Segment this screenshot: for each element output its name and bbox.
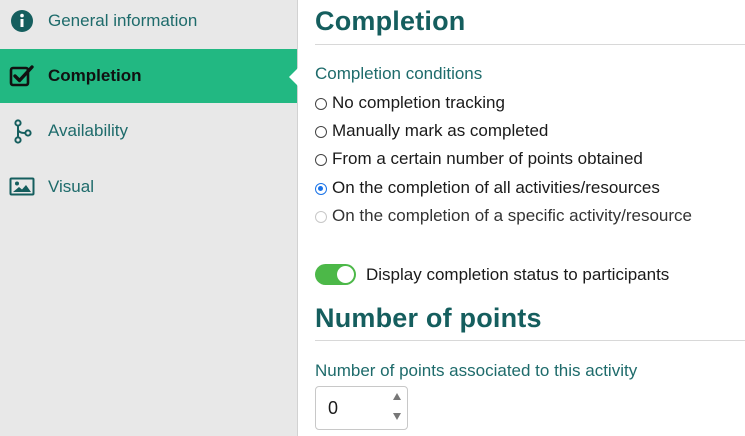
radio-no-completion-tracking[interactable]: No completion tracking — [315, 93, 505, 113]
section-title-completion: Completion — [315, 6, 466, 36]
settings-sidebar: General information Completion Availabil… — [0, 0, 298, 436]
info-circle-icon — [9, 8, 35, 34]
sidebar-item-label: Availability — [48, 121, 129, 140]
section-title-number-of-points: Number of points — [315, 303, 542, 333]
radio-label: No completion tracking — [332, 93, 505, 112]
checkbox-checked-icon — [9, 63, 35, 89]
radio-manually-mark-completed[interactable]: Manually mark as completed — [315, 121, 548, 141]
radio-button[interactable] — [315, 154, 327, 166]
radio-points-obtained[interactable]: From a certain number of points obtained — [315, 149, 643, 169]
radio-button[interactable] — [315, 126, 327, 138]
radio-button[interactable] — [315, 98, 327, 110]
main-panel: Completion Completion conditions No comp… — [315, 0, 745, 436]
radio-all-activities-completed[interactable]: On the completion of all activities/reso… — [315, 178, 660, 198]
sidebar-item-label: Completion — [48, 66, 142, 85]
sidebar-item-availability[interactable]: Availability — [0, 104, 297, 158]
points-number-input[interactable]: 0 — [315, 386, 408, 430]
spinner-up-icon[interactable] — [392, 393, 402, 403]
spinner-down-icon[interactable] — [392, 413, 402, 423]
radio-label: On the completion of all activities/reso… — [332, 178, 660, 197]
toggle-label: Display completion status to participant… — [366, 265, 670, 284]
divider — [315, 44, 745, 45]
points-value: 0 — [328, 398, 339, 418]
radio-specific-activity-completed: On the completion of a specific activity… — [315, 206, 692, 226]
sidebar-item-visual[interactable]: Visual — [0, 160, 297, 214]
sidebar-item-label: Visual — [48, 177, 94, 196]
display-completion-status-toggle[interactable] — [315, 264, 356, 285]
radio-label: On the completion of a specific activity… — [332, 206, 692, 225]
points-field-label: Number of points associated to this acti… — [315, 361, 638, 380]
active-item-pointer — [289, 68, 298, 86]
radio-label: From a certain number of points obtained — [332, 149, 643, 168]
sidebar-item-label: General information — [48, 11, 198, 30]
branch-icon — [9, 118, 35, 144]
sidebar-item-general-information[interactable]: General information — [0, 0, 297, 48]
radio-button-disabled — [315, 211, 327, 223]
toggle-knob — [337, 266, 354, 283]
image-icon — [9, 174, 35, 200]
completion-conditions-label: Completion conditions — [315, 64, 483, 83]
radio-button-selected[interactable] — [315, 183, 327, 195]
radio-label: Manually mark as completed — [332, 121, 549, 140]
divider — [315, 340, 745, 341]
sidebar-item-completion[interactable]: Completion — [0, 49, 297, 103]
